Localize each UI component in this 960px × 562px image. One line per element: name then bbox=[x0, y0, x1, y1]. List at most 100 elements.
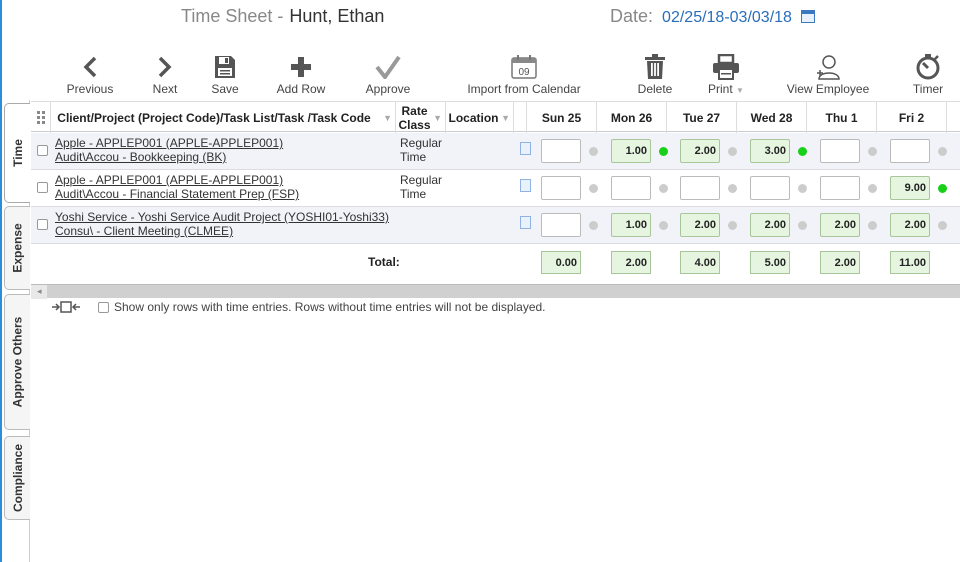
day-label: Tue 27 bbox=[682, 110, 721, 125]
page-title: Time Sheet - Hunt, Ethan bbox=[181, 6, 384, 27]
hours-input[interactable]: 2.00 bbox=[750, 213, 790, 237]
floppy-disk-icon bbox=[208, 52, 242, 82]
column-header-rate-label: Rate Class bbox=[398, 103, 431, 132]
page-title-label: Time Sheet - bbox=[181, 6, 284, 26]
hours-input[interactable] bbox=[750, 176, 790, 200]
save-button[interactable]: Save bbox=[208, 52, 242, 96]
delete-button[interactable]: Delete bbox=[636, 52, 674, 96]
status-dot bbox=[589, 147, 598, 156]
sort-arrow-icon[interactable]: ▼ bbox=[501, 111, 510, 125]
grid-header: Client/Project (Project Code)/Task List/… bbox=[31, 101, 960, 133]
status-dot bbox=[589, 184, 598, 193]
hours-input[interactable] bbox=[611, 176, 651, 200]
hours-input[interactable] bbox=[820, 176, 860, 200]
side-tab-strip: Time Expense Approve Others Compliance bbox=[2, 100, 30, 562]
show-only-rows-label: Show only rows with time entries. Rows w… bbox=[114, 300, 546, 314]
status-dot bbox=[868, 184, 877, 193]
column-header-tue: Tue 27 bbox=[667, 102, 737, 133]
task-link[interactable]: Apple - APPLEP001 (APPLE-APPLEP001) Audi… bbox=[55, 136, 283, 164]
printer-icon bbox=[704, 52, 748, 82]
hours-input[interactable] bbox=[680, 176, 720, 200]
hours-input[interactable]: 2.00 bbox=[820, 213, 860, 237]
sort-arrow-icon[interactable]: ▼ bbox=[433, 111, 442, 125]
notes-icon[interactable] bbox=[520, 216, 531, 229]
day-label: Thu 1 bbox=[825, 110, 858, 125]
tab-approve-others[interactable]: Approve Others bbox=[4, 294, 30, 430]
row-checkbox[interactable] bbox=[37, 219, 48, 230]
import-calendar-button[interactable]: 09 Import from Calendar bbox=[462, 52, 586, 96]
tab-expense[interactable]: Expense bbox=[4, 206, 30, 290]
previous-button[interactable]: Previous bbox=[64, 52, 116, 96]
column-header-location[interactable]: Location ▼ bbox=[446, 102, 514, 133]
column-chooser-icon[interactable] bbox=[31, 102, 51, 133]
column-header-mon: Mon 26 bbox=[597, 102, 667, 133]
column-header-task[interactable]: Client/Project (Project Code)/Task List/… bbox=[51, 102, 396, 133]
row-checkbox[interactable] bbox=[37, 145, 48, 156]
tab-time[interactable]: Time bbox=[4, 103, 30, 203]
status-dot bbox=[938, 221, 947, 230]
hours-input[interactable] bbox=[890, 139, 930, 163]
date-label: Date: bbox=[610, 6, 654, 26]
add-row-button[interactable]: Add Row bbox=[273, 52, 329, 96]
previous-label: Previous bbox=[66, 82, 114, 96]
print-caret-icon[interactable]: ▼ bbox=[736, 86, 744, 95]
scroll-left-arrow-icon[interactable]: ◂ bbox=[37, 286, 42, 297]
notes-icon[interactable] bbox=[520, 142, 531, 155]
stopwatch-icon bbox=[908, 52, 948, 82]
tab-compliance[interactable]: Compliance bbox=[4, 436, 30, 520]
notes-icon[interactable] bbox=[520, 179, 531, 192]
tab-compliance-label: Compliance bbox=[10, 443, 25, 513]
next-button[interactable]: Next bbox=[148, 52, 182, 96]
task-link[interactable]: Apple - APPLEP001 (APPLE-APPLEP001) Audi… bbox=[55, 173, 299, 201]
task-line-1[interactable]: Apple - APPLEP001 (APPLE-APPLEP001) bbox=[55, 173, 299, 187]
column-header-task-label: Client/Project (Project Code)/Task List/… bbox=[57, 110, 371, 125]
hours-input[interactable]: 2.00 bbox=[890, 213, 930, 237]
column-header-thu: Thu 1 bbox=[807, 102, 877, 133]
hours-input[interactable]: 1.00 bbox=[611, 139, 651, 163]
day-label: Mon 26 bbox=[610, 110, 653, 125]
sort-arrow-icon[interactable]: ▼ bbox=[383, 111, 392, 125]
task-line-1[interactable]: Yoshi Service - Yoshi Service Audit Proj… bbox=[55, 210, 389, 224]
view-employee-button[interactable]: View Employee bbox=[782, 52, 874, 96]
horizontal-scrollbar[interactable]: ◂ bbox=[31, 284, 960, 299]
task-link[interactable]: Yoshi Service - Yoshi Service Audit Proj… bbox=[55, 210, 389, 238]
status-dot bbox=[798, 147, 807, 156]
date-range-link[interactable]: 02/25/18-03/03/18 bbox=[662, 9, 792, 26]
hours-input[interactable] bbox=[820, 139, 860, 163]
resize-columns-icon[interactable] bbox=[52, 300, 80, 314]
tab-expense-label: Expense bbox=[10, 223, 25, 273]
tab-approve-others-label: Approve Others bbox=[10, 316, 25, 408]
task-line-1[interactable]: Apple - APPLEP001 (APPLE-APPLEP001) bbox=[55, 136, 283, 150]
task-line-2[interactable]: Consu\ - Client Meeting (CLMEE) bbox=[55, 224, 389, 238]
rate-class: Regular Time bbox=[400, 136, 442, 164]
hours-input[interactable]: 2.00 bbox=[680, 213, 720, 237]
hours-input[interactable] bbox=[541, 139, 581, 163]
status-dot bbox=[938, 184, 947, 193]
show-only-rows-checkbox[interactable] bbox=[98, 301, 109, 313]
print-button[interactable]: Print ▼ bbox=[704, 52, 748, 96]
total-value: 5.00 bbox=[750, 251, 790, 274]
hours-input[interactable] bbox=[541, 176, 581, 200]
timer-button[interactable]: Timer bbox=[908, 52, 948, 96]
task-line-2[interactable]: Audit\Accou - Financial Statement Prep (… bbox=[55, 187, 299, 201]
row-checkbox[interactable] bbox=[37, 182, 48, 193]
view-employee-label: View Employee bbox=[786, 82, 870, 96]
delete-label: Delete bbox=[637, 82, 673, 96]
chevron-right-icon bbox=[148, 52, 182, 82]
approve-button[interactable]: Approve bbox=[362, 52, 414, 96]
hours-input[interactable]: 1.00 bbox=[611, 213, 651, 237]
chevron-left-icon bbox=[64, 52, 116, 82]
status-dot bbox=[868, 221, 877, 230]
column-header-rate[interactable]: Rate Class ▼ bbox=[396, 102, 446, 133]
rate-class: Regular Time bbox=[400, 173, 442, 201]
approve-label: Approve bbox=[365, 82, 411, 96]
calendar-icon[interactable] bbox=[800, 10, 815, 23]
hours-input[interactable]: 3.00 bbox=[750, 139, 790, 163]
date-range-selector: Date: 02/25/18-03/03/18 bbox=[610, 6, 815, 27]
column-header-fri: Fri 2 bbox=[877, 102, 947, 133]
hours-input[interactable]: 2.00 bbox=[680, 139, 720, 163]
task-line-2[interactable]: Audit\Accou - Bookkeeping (BK) bbox=[55, 150, 283, 164]
save-label: Save bbox=[211, 82, 239, 96]
hours-input[interactable] bbox=[541, 213, 581, 237]
hours-input[interactable]: 9.00 bbox=[890, 176, 930, 200]
